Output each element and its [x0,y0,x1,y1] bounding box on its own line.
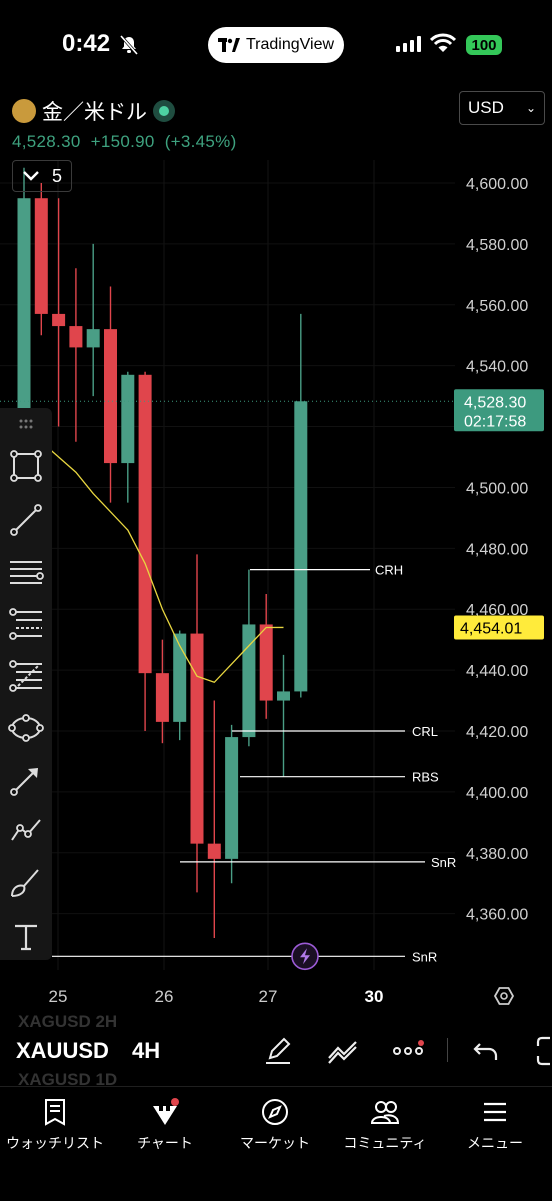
price-change: +150.90 [90,132,155,151]
brush-tool-icon[interactable] [8,864,44,900]
indicators-icon[interactable] [326,1036,360,1066]
price-axis-tick: 4,540.00 [466,359,528,376]
chart-settings-center [500,992,508,1000]
nav-watchlist[interactable]: ウォッチリスト [0,1097,110,1153]
level-label: CRH [375,563,403,578]
last-price: 4,528.30 [12,132,81,151]
price-axis-tick: 4,600.00 [466,176,528,193]
nav-market-label: マーケット [240,1135,310,1151]
nav-community[interactable]: コミュニティ [330,1097,440,1153]
candle-body[interactable] [207,843,221,859]
price-axis-tick: 4,580.00 [466,237,528,254]
price-axis-tick: 4,400.00 [466,785,528,802]
tradingview-pill[interactable]: TradingView [208,27,344,63]
candle-body[interactable] [34,198,48,314]
cell-signal-icon [396,36,421,52]
drag-handle-icon[interactable] [8,414,44,434]
path-tool-icon[interactable] [8,812,44,848]
gold-icon [12,99,36,123]
level-label: SnR [431,855,456,870]
symbol-header[interactable]: 金／米ドル [12,96,175,126]
candle-body[interactable] [277,691,290,701]
candle-body[interactable] [86,329,100,348]
price-axis-tick: 4,360.00 [466,907,528,924]
community-icon [370,1101,400,1124]
chart-icon [153,1098,179,1125]
rectangle-tool-icon[interactable] [8,448,44,484]
nav-menu-label: メニュー [467,1135,523,1151]
chevron-down-icon: ⌄ [525,101,536,115]
trendline-tool-icon[interactable] [8,502,44,538]
price-axis-tick: 4,380.00 [466,846,528,863]
price-summary: 4,528.30 +150.90 (+3.45%) [12,132,237,152]
currency-select[interactable]: USD ⌄ [459,91,545,125]
battery-indicator: 100 [466,35,502,55]
tradingview-logo-icon [217,38,240,52]
time-axis-label: 25 [49,987,68,1006]
interval-selector[interactable]: 4H [132,1038,160,1064]
level-label: SnR [412,949,437,964]
candle-body[interactable] [155,673,169,722]
symbol-name: 金／米ドル [42,101,147,124]
candle-body[interactable] [138,374,152,674]
indicators-toggle-button[interactable]: 5 [12,160,72,192]
candle-body[interactable] [259,624,273,701]
toolbar-divider [447,1038,448,1062]
price-axis-tick: 4,560.00 [466,298,528,315]
candle-body[interactable] [190,633,204,844]
prev-symbol-ghost: XAGUSD 2H [18,1012,118,1031]
chart-settings-icon[interactable] [493,987,515,1005]
market-open-icon [153,100,175,122]
candle-body[interactable] [104,329,117,464]
time-axis-label: 30 [365,987,384,1006]
price-axis-tick: 4,440.00 [466,663,528,680]
candle-body[interactable] [294,401,308,692]
fullscreen-icon[interactable] [536,1036,552,1066]
drawing-toolbar [0,408,52,960]
status-time: 0:42 [62,30,111,57]
candle-body[interactable] [52,313,66,327]
wifi-icon [430,33,456,52]
price-axis-tick: 4,500.00 [466,480,528,497]
bottom-navigation: ウォッチリスト チャート マーケット コミュニティ メニュー [0,1086,552,1201]
horizontal-lines-tool-icon[interactable] [8,554,44,590]
pitchfork-tool-icon[interactable] [8,658,44,694]
nav-chart[interactable]: チャート [110,1097,220,1153]
candle-body[interactable] [69,326,83,348]
time-axis-label: 27 [259,987,278,1006]
nav-market[interactable]: マーケット [220,1097,330,1153]
price-change-pct: (+3.45%) [164,132,237,151]
undo-icon[interactable] [472,1038,500,1064]
more-options-icon[interactable] [392,1040,428,1060]
nav-menu[interactable]: メニュー [440,1097,550,1153]
menu-icon [484,1102,506,1122]
time-axis-label: 26 [155,987,174,1006]
price-axis-tick: 4,420.00 [466,724,528,741]
price-chart[interactable]: 4,600.00 4,580.00 4,560.00 4,540.00 4,500.00… [0,160,552,1020]
chevron-down-icon [23,171,39,181]
indicators-count: 5 [51,165,62,186]
ticker-symbol[interactable]: XAUUSD [16,1038,109,1064]
level-label: CRL [412,724,438,739]
candle-body[interactable] [121,374,135,464]
nav-community-label: コミュニティ [343,1135,427,1151]
mute-bell-icon [119,35,139,55]
ellipse-tool-icon[interactable] [8,710,44,746]
compass-icon [262,1099,288,1125]
currency-label: USD [468,98,504,117]
fib-retracement-tool-icon[interactable] [8,606,44,642]
arrow-tool-icon[interactable] [8,762,44,798]
current-price-value: 4,528.30 [464,394,526,411]
ma-price-value: 4,454.01 [460,620,522,637]
watchlist-icon [45,1099,65,1126]
nav-chart-label: チャート [137,1135,193,1151]
level-label: RBS [412,770,439,785]
bar-countdown: 02:17:58 [464,413,526,430]
tradingview-label: TradingView [245,36,335,53]
nav-watchlist-label: ウォッチリスト [6,1135,104,1151]
price-axis-tick: 4,480.00 [466,541,528,558]
text-tool-icon[interactable] [8,918,44,954]
pen-icon[interactable] [262,1034,294,1066]
candle-body[interactable] [225,737,239,859]
